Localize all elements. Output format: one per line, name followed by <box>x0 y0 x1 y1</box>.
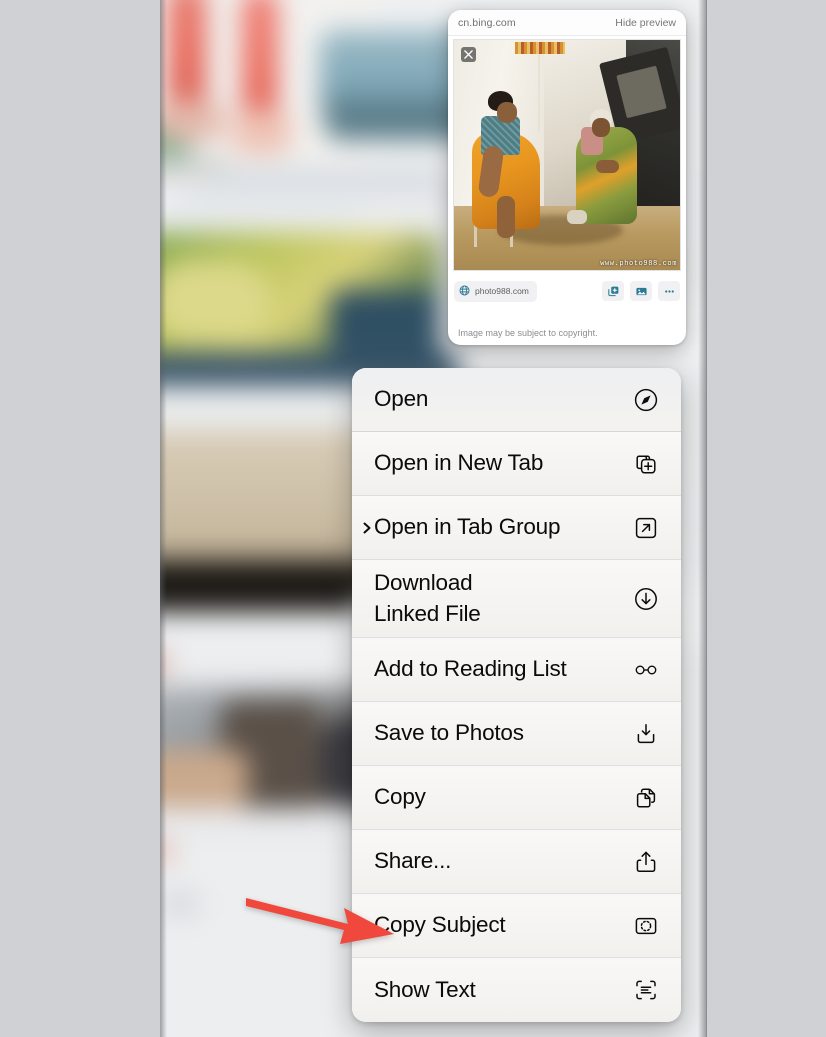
photo-woman1-face <box>496 102 518 123</box>
bg-shape <box>160 750 248 808</box>
menu-item-save-to-photos[interactable]: Save to Photos <box>352 702 681 766</box>
image-icon[interactable] <box>630 281 652 301</box>
copy-subject-icon <box>631 911 661 941</box>
page-left-edge-shadow <box>160 0 167 1037</box>
photo-watermark: www.photo988.com <box>600 260 677 268</box>
menu-item-label: Save to Photos <box>374 720 524 746</box>
preview-toolbar: cn.bing.com Hide preview <box>448 10 686 36</box>
photo-woman2-face <box>591 118 610 137</box>
photo-hanging-string <box>537 53 540 132</box>
menu-item-label: Add to Reading List <box>374 656 567 682</box>
menu-item-label: Share... <box>374 848 452 874</box>
bg-shape <box>180 192 470 204</box>
share-icon <box>631 847 661 877</box>
hide-preview-button[interactable]: Hide preview <box>615 17 676 29</box>
new-tab-plus-icon <box>631 449 661 479</box>
arrow-up-right-square-icon <box>631 513 661 543</box>
open-in-new-tab-icon[interactable] <box>602 281 624 301</box>
menu-item-label: Download Linked File <box>374 570 481 626</box>
show-text-icon <box>631 975 661 1005</box>
menu-item-show-text[interactable]: Show Text <box>352 958 681 1022</box>
context-menu: Open Open in New Tab Open in Tab Group D… <box>352 368 681 1022</box>
bg-shape <box>232 110 292 154</box>
menu-item-download-linked-file[interactable]: Download Linked File <box>352 560 681 638</box>
compass-icon <box>631 385 661 415</box>
bg-shape <box>215 170 445 184</box>
copy-docs-icon <box>631 783 661 813</box>
bg-shape <box>160 560 360 612</box>
menu-item-label: Show Text <box>374 976 476 1002</box>
preview-image[interactable]: www.photo988.com <box>453 39 681 271</box>
preview-url-label: cn.bing.com <box>458 16 516 29</box>
menu-item-open-in-new-tab[interactable]: Open in New Tab <box>352 432 681 496</box>
chevron-right-icon <box>360 521 374 535</box>
menu-item-open-in-tab-group[interactable]: Open in Tab Group <box>352 496 681 560</box>
menu-item-copy[interactable]: Copy <box>352 766 681 830</box>
save-to-photos-icon <box>631 719 661 749</box>
photo-decoration <box>515 42 565 54</box>
link-preview-card: cn.bing.com Hide preview www.photo988.co… <box>448 10 686 345</box>
menu-item-label: Copy <box>374 784 426 810</box>
menu-item-add-to-reading-list[interactable]: Add to Reading List <box>352 638 681 702</box>
menu-item-label: Open in Tab Group <box>374 514 561 540</box>
bg-shape <box>160 260 270 340</box>
copyright-note: Image may be subject to copyright. <box>458 328 598 338</box>
screenshot-root: cn.bing.com Hide preview www.photo988.co… <box>0 0 826 1037</box>
menu-item-copy-subject[interactable]: Copy Subject <box>352 894 681 958</box>
menu-item-share[interactable]: Share... <box>352 830 681 894</box>
photo-woman2-foot <box>567 210 588 224</box>
page-right-edge-shadow <box>698 0 707 1037</box>
photo-woman2-hand <box>596 159 619 174</box>
preview-site-label: photo988.com <box>475 286 529 296</box>
bg-shape <box>160 210 360 220</box>
menu-item-label: Open in New Tab <box>374 450 544 476</box>
menu-item-label: Copy Subject <box>374 912 506 938</box>
ellipsis-icon[interactable] <box>658 281 680 301</box>
bg-shape <box>160 100 224 140</box>
preview-action-bar: photo988.com <box>454 276 680 306</box>
close-icon[interactable] <box>461 47 476 62</box>
globe-icon <box>459 285 470 298</box>
photo-woman1-leg <box>496 196 516 238</box>
preview-site-chip[interactable]: photo988.com <box>454 280 537 302</box>
menu-item-open[interactable]: Open <box>352 368 681 432</box>
menu-item-label: Open <box>374 386 429 412</box>
download-circle-icon <box>631 584 661 614</box>
eyeglasses-icon <box>631 655 661 685</box>
